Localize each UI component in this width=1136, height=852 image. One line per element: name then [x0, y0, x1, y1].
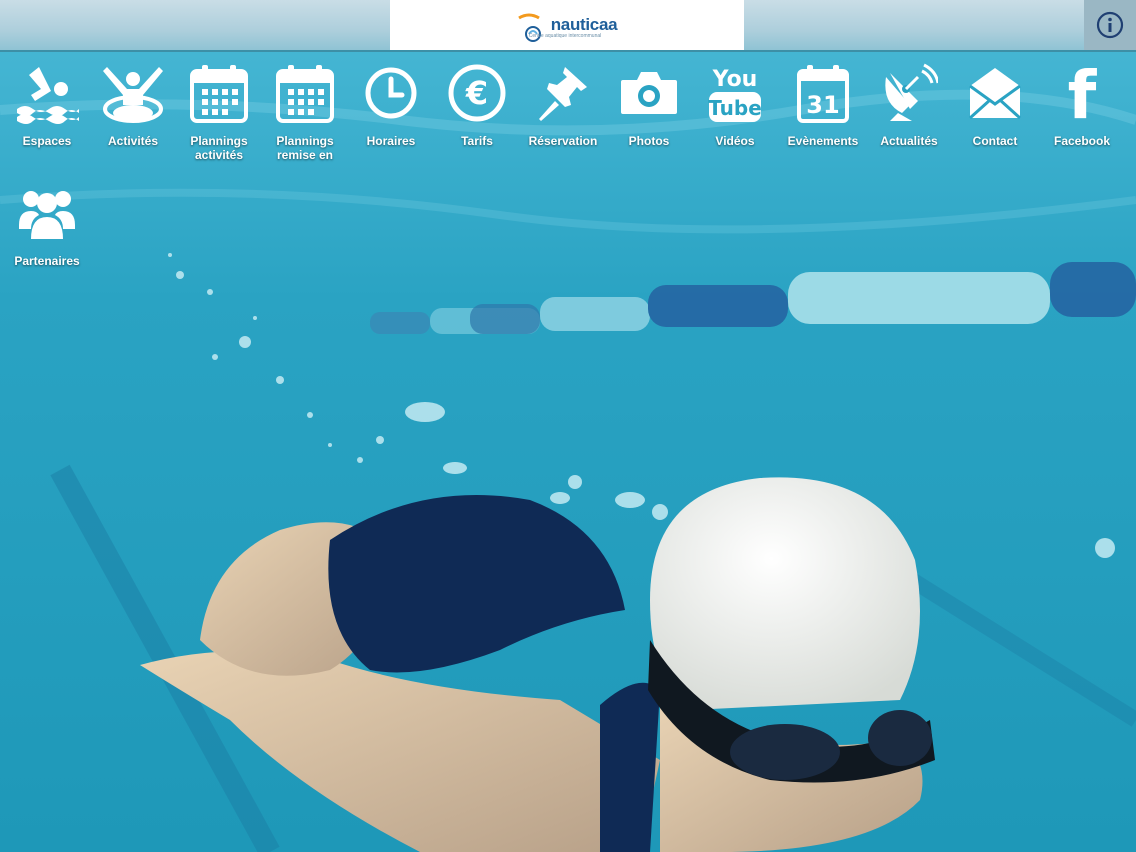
- top-header: nauticaa Centre aquatique intercommunal: [0, 0, 1136, 52]
- clock-icon: [348, 58, 434, 128]
- menu-item-label: Espaces: [22, 134, 72, 148]
- menu-item-label: Plannings activités: [190, 134, 248, 162]
- menu-item-label: Photos: [628, 134, 670, 148]
- menu-item-plannings-activites[interactable]: Plannings activités: [176, 58, 262, 162]
- logo-text: nauticaa: [550, 15, 618, 34]
- logo-tagline: Centre aquatique intercommunal: [528, 33, 602, 39]
- satellite-dish-icon: [866, 58, 952, 128]
- calendar-icon: [176, 58, 262, 128]
- menu-item-label: Réservation: [528, 134, 598, 148]
- calendar-31-icon: 31: [780, 58, 866, 128]
- menu-item-label: Vidéos: [715, 134, 755, 148]
- logo[interactable]: nauticaa Centre aquatique intercommunal: [390, 0, 744, 50]
- info-icon: [1096, 11, 1124, 39]
- menu-item-tarifs[interactable]: € Tarifs: [434, 58, 520, 148]
- menu-item-label: Contact: [972, 134, 1018, 148]
- menu-item-plannings-remise-en[interactable]: Plannings remise en: [262, 58, 348, 162]
- menu-item-partenaires[interactable]: Partenaires: [4, 178, 90, 268]
- youtube-icon: You Tube: [692, 58, 778, 128]
- camera-icon: [606, 58, 692, 128]
- menu-item-label: Tarifs: [461, 134, 493, 148]
- pushpin-icon: [520, 58, 606, 128]
- menu-item-contact[interactable]: Contact: [952, 58, 1038, 148]
- water-aerobics-icon: [90, 58, 176, 128]
- menu-item-label: Facebook: [1053, 134, 1110, 148]
- logo-mark: nauticaa Centre aquatique intercommunal: [517, 8, 618, 42]
- menu-item-label: Evènements: [787, 134, 859, 148]
- svg-text:f: f: [1068, 62, 1098, 124]
- menu-item-photos[interactable]: Photos: [606, 58, 692, 148]
- svg-text:31: 31: [806, 91, 839, 119]
- group-icon: [4, 178, 90, 248]
- menu-item-actualites[interactable]: Actualités: [866, 58, 952, 148]
- swimmer-icon: [4, 58, 90, 128]
- menu-item-evenements[interactable]: 31 Evènements: [780, 58, 866, 148]
- menu-item-label: Partenaires: [14, 254, 80, 268]
- menu-item-label: Activités: [107, 134, 159, 148]
- menu-item-label: Plannings remise en: [276, 134, 334, 162]
- euro-icon: €: [434, 58, 520, 128]
- menu-item-videos[interactable]: You Tube Vidéos: [692, 58, 778, 148]
- menu-item-horaires[interactable]: Horaires: [348, 58, 434, 148]
- svg-text:€: €: [465, 74, 488, 112]
- svg-text:You: You: [712, 67, 758, 92]
- info-button[interactable]: [1084, 0, 1136, 50]
- menu-item-reservation[interactable]: Réservation: [520, 58, 606, 148]
- calendar-icon: [262, 58, 348, 128]
- menu-item-espaces[interactable]: Espaces: [4, 58, 90, 148]
- envelope-icon: [952, 58, 1038, 128]
- menu-item-activites[interactable]: Activités: [90, 58, 176, 148]
- menu-item-facebook[interactable]: f Facebook: [1039, 58, 1125, 148]
- menu-item-label: Horaires: [366, 134, 416, 148]
- svg-text:Tube: Tube: [708, 96, 762, 120]
- facebook-icon: f: [1039, 58, 1125, 128]
- menu-item-label: Actualités: [880, 134, 938, 148]
